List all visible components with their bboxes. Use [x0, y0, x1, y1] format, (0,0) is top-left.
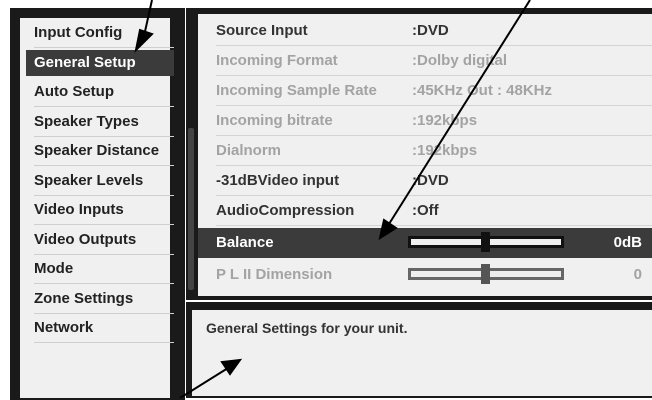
annotation-arrow-help: [179, 367, 229, 398]
annotation-arrow-menu: [143, 0, 153, 37]
arrowhead: [378, 218, 398, 241]
annotation-arrows: [134, 0, 531, 398]
arrowhead: [220, 358, 243, 376]
arrowhead: [134, 28, 154, 54]
annotation-arrow-balance: [388, 0, 531, 225]
